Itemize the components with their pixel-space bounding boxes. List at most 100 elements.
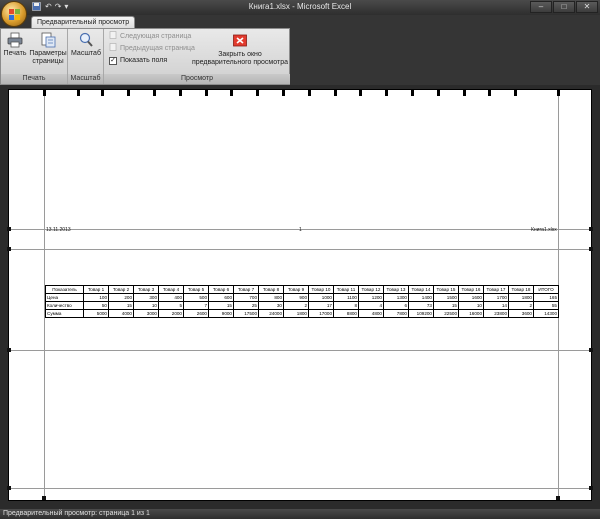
column-handle[interactable] bbox=[256, 90, 259, 96]
table-header-row: Показатель Товар 1 Товар 2 Товар 3 Товар… bbox=[45, 285, 559, 294]
table-cell: 17000 bbox=[308, 309, 334, 318]
table-cell: 30 bbox=[258, 301, 284, 310]
header-margin-handle-right[interactable] bbox=[589, 227, 593, 231]
left-margin-handle[interactable] bbox=[42, 496, 46, 500]
table-cell: 8800 bbox=[333, 309, 359, 318]
table-cell: 3600 bbox=[508, 309, 534, 318]
table-cell: 22500 bbox=[433, 309, 459, 318]
table-header-cell: Товар 13 bbox=[383, 285, 409, 294]
table-cell: 400 bbox=[158, 293, 184, 302]
table-cell: 10 bbox=[133, 301, 159, 310]
table-header-cell: Товар 9 bbox=[283, 285, 309, 294]
footer-margin-handle-right[interactable] bbox=[589, 486, 593, 490]
close-button[interactable]: ✕ bbox=[576, 1, 598, 13]
table-header-cell: Товар 10 bbox=[308, 285, 334, 294]
table-cell: 1400 bbox=[408, 293, 434, 302]
table-cell: 15 bbox=[433, 301, 459, 310]
table-cell: 1800 bbox=[508, 293, 534, 302]
close-preview-button[interactable]: Закрыть окно предварительного просмотра bbox=[190, 33, 290, 67]
bottom-margin-handle-right[interactable] bbox=[589, 348, 593, 352]
table-cell: 900 bbox=[283, 293, 309, 302]
column-handle[interactable] bbox=[153, 90, 156, 96]
column-handle[interactable] bbox=[334, 90, 337, 96]
column-handle[interactable] bbox=[308, 90, 311, 96]
table-header-cell: Показатель bbox=[45, 285, 84, 294]
column-handle[interactable] bbox=[282, 90, 285, 96]
table-header-cell: Товар 11 bbox=[333, 285, 359, 294]
column-handle[interactable] bbox=[359, 90, 362, 96]
page-setup-icon bbox=[40, 32, 56, 48]
table-cell: 8 bbox=[333, 301, 359, 310]
footer-margin-handle[interactable] bbox=[7, 486, 11, 490]
minimize-button[interactable]: – bbox=[530, 1, 552, 13]
table-header-cell: Товар 12 bbox=[358, 285, 384, 294]
page-setup-button[interactable]: Параметры страницы bbox=[29, 32, 67, 66]
column-handle[interactable] bbox=[488, 90, 491, 96]
table-cell: 1300 bbox=[383, 293, 409, 302]
table-cell: 50 bbox=[83, 301, 109, 310]
table-cell: 14 bbox=[483, 301, 509, 310]
table-cell: Цена bbox=[45, 293, 84, 302]
table-cell: 600 bbox=[208, 293, 234, 302]
column-handle[interactable] bbox=[557, 90, 560, 96]
next-page-button[interactable]: Следующая страница bbox=[109, 31, 191, 43]
checkbox-icon[interactable]: ✓ bbox=[109, 57, 117, 65]
prev-page-button[interactable]: Предыдущая страница bbox=[109, 43, 195, 55]
ribbon-empty-area bbox=[290, 28, 600, 85]
column-handle[interactable] bbox=[101, 90, 104, 96]
table-row: Сумма 5000 4000 3000 2000 2600 9000 1750… bbox=[45, 309, 559, 318]
prev-page-icon bbox=[109, 43, 117, 55]
maximize-button[interactable]: □ bbox=[553, 1, 575, 13]
table-cell: 300 bbox=[133, 293, 159, 302]
table-cell: 17500 bbox=[233, 309, 259, 318]
table-cell: 17 bbox=[308, 301, 334, 310]
table-cell: 4 bbox=[358, 301, 384, 310]
column-handle[interactable] bbox=[179, 90, 182, 96]
table-cell: 2 bbox=[283, 301, 309, 310]
table-cell: 25 bbox=[233, 301, 259, 310]
column-handle[interactable] bbox=[43, 90, 46, 96]
group-zoom-label: Масштаб bbox=[68, 74, 103, 84]
table-cell: 1500 bbox=[433, 293, 459, 302]
column-handle[interactable] bbox=[77, 90, 80, 96]
office-logo-icon bbox=[9, 9, 20, 20]
margin-bottom-line[interactable] bbox=[9, 350, 591, 351]
next-page-icon bbox=[109, 31, 117, 43]
table-header-cell: Товар 8 bbox=[258, 285, 284, 294]
column-handle[interactable] bbox=[411, 90, 414, 96]
table-cell: 109200 bbox=[408, 309, 434, 318]
table-cell: 15 bbox=[108, 301, 134, 310]
column-handle[interactable] bbox=[230, 90, 233, 96]
margin-top-line[interactable] bbox=[9, 249, 591, 250]
group-zoom: Масштаб Масштаб bbox=[68, 29, 104, 84]
close-preview-icon bbox=[232, 33, 248, 49]
table-cell: 1700 bbox=[483, 293, 509, 302]
zoom-button[interactable]: Масштаб bbox=[70, 32, 102, 58]
right-margin-handle[interactable] bbox=[556, 496, 560, 500]
table-cell: 5000 bbox=[83, 309, 109, 318]
margin-footer-line[interactable] bbox=[9, 488, 591, 489]
table-header-cell: Товар 7 bbox=[233, 285, 259, 294]
column-handle[interactable] bbox=[385, 90, 388, 96]
column-handle[interactable] bbox=[514, 90, 517, 96]
group-print-label: Печать bbox=[1, 74, 67, 84]
table-header-cell: Товар 2 bbox=[108, 285, 134, 294]
table-cell: 3000 bbox=[133, 309, 159, 318]
print-button[interactable]: Печать bbox=[3, 32, 27, 58]
column-handle[interactable] bbox=[127, 90, 130, 96]
office-button[interactable] bbox=[1, 1, 27, 27]
table-cell: 24000 bbox=[258, 309, 284, 318]
column-handle[interactable] bbox=[205, 90, 208, 96]
table-header-cell: Товар 17 bbox=[483, 285, 509, 294]
top-margin-handle-right[interactable] bbox=[589, 247, 593, 251]
column-handle[interactable] bbox=[463, 90, 466, 96]
header-right-filename: Книга1.xlsx bbox=[531, 227, 557, 233]
top-margin-handle[interactable] bbox=[7, 247, 11, 251]
show-margins-checkbox[interactable]: ✓ Показать поля bbox=[109, 56, 167, 66]
table-header-cell: Товар 18 bbox=[508, 285, 534, 294]
column-handle[interactable] bbox=[437, 90, 440, 96]
header-margin-handle[interactable] bbox=[7, 227, 11, 231]
bottom-margin-handle[interactable] bbox=[7, 348, 11, 352]
header-center-page-number: 1 bbox=[299, 227, 302, 233]
table-header-cell: Товар 14 bbox=[408, 285, 434, 294]
